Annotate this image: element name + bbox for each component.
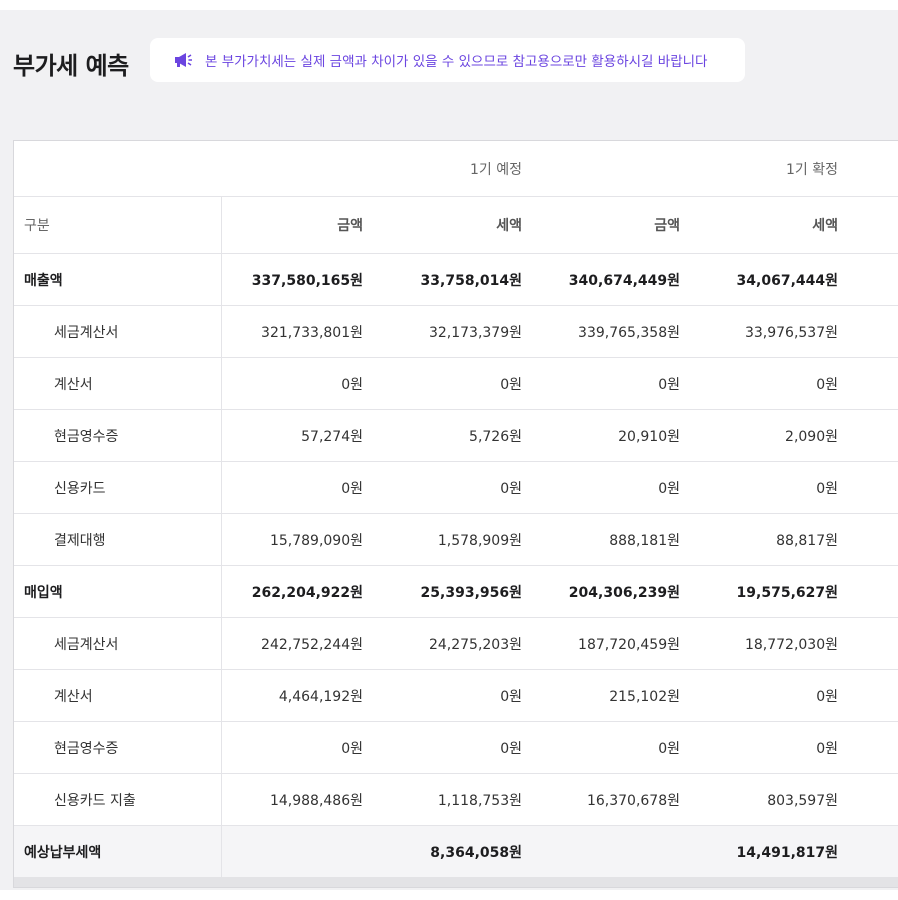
column-header-tax-1: 세액 <box>379 196 538 254</box>
row-label: 세금계산서 <box>14 305 222 358</box>
cell-amount-2: 215,102원 <box>538 669 696 722</box>
cell-amount-2: 888,181원 <box>538 513 696 566</box>
table-row: 계산서 4,464,192원 0원 215,102원 0원 <box>14 669 898 722</box>
blank-header-cell <box>14 141 221 197</box>
cell-amount-1: 0원 <box>221 721 379 774</box>
table-row: 현금영수증 57,274원 5,726원 20,910원 2,090원 <box>14 409 898 462</box>
cell-tax-1: 0원 <box>379 669 538 722</box>
page-title: 부가세 예측 <box>13 52 129 80</box>
total-amount-2 <box>538 825 696 878</box>
cell-amount-1: 321,733,801원 <box>221 305 379 358</box>
column-header-tax-2: 세액 <box>696 196 854 254</box>
row-label: 계산서 <box>14 669 222 722</box>
cell-amount-2: 20,910원 <box>538 409 696 462</box>
cell-tax-2: 0원 <box>696 721 854 774</box>
table-row: 세금계산서 242,752,244원 24,275,203원 187,720,4… <box>14 617 898 670</box>
total-tax-1: 8,364,058원 <box>379 825 538 878</box>
cell-tax-1: 1,578,909원 <box>379 513 538 566</box>
cell-amount-1: 262,204,922원 <box>221 565 379 618</box>
cell-amount-1: 242,752,244원 <box>221 617 379 670</box>
cell-tax-2: 18,772,030원 <box>696 617 854 670</box>
cell-amount-2: 0원 <box>538 461 696 514</box>
cell-tax-2: 803,597원 <box>696 773 854 826</box>
cell-tax-1: 24,275,203원 <box>379 617 538 670</box>
table-row: 현금영수증 0원 0원 0원 0원 <box>14 721 898 774</box>
cell-tax-2: 0원 <box>696 461 854 514</box>
cell-tax-2: 34,067,444원 <box>696 253 854 306</box>
cell-tax-2: 19,575,627원 <box>696 565 854 618</box>
row-label: 계산서 <box>14 357 222 410</box>
blank-header-cell <box>854 141 898 197</box>
table-row-purchases: 매입액 262,204,922원 25,393,956원 204,306,239… <box>14 565 898 618</box>
row-label: 매입액 <box>14 565 222 618</box>
horizontal-scrollbar[interactable] <box>14 877 898 887</box>
blank-header-cell <box>854 196 898 254</box>
vat-forecast-table: 1기 예정 1기 확정 구분 금액 세액 금액 세액 매출액 337,580,1… <box>14 141 898 878</box>
column-header-amount-2: 금액 <box>538 196 696 254</box>
table-row: 신용카드 0원 0원 0원 0원 <box>14 461 898 514</box>
cell-amount-1: 4,464,192원 <box>221 669 379 722</box>
cell-tax-1: 0원 <box>379 357 538 410</box>
cell-tax-1: 1,118,753원 <box>379 773 538 826</box>
cell-amount-2: 339,765,358원 <box>538 305 696 358</box>
total-amount-1 <box>221 825 379 878</box>
table-row-sales: 매출액 337,580,165원 33,758,014원 340,674,449… <box>14 253 898 306</box>
notice-text: 본 부가가치세는 실제 금액과 차이가 있을 수 있으므로 참고용으로만 활용하… <box>205 54 708 70</box>
cell-amount-2: 340,674,449원 <box>538 253 696 306</box>
table-row-total: 예상납부세액 8,364,058원 14,491,817원 <box>14 825 898 878</box>
cell-tax-2: 2,090원 <box>696 409 854 462</box>
cell-amount-2: 0원 <box>538 357 696 410</box>
row-label: 신용카드 지출 <box>14 773 222 826</box>
cell-amount-2: 0원 <box>538 721 696 774</box>
cell-tax-2: 0원 <box>696 357 854 410</box>
cell-tax-2: 88,817원 <box>696 513 854 566</box>
period-header-2: 1기 확정 <box>538 141 854 197</box>
row-label: 현금영수증 <box>14 721 222 774</box>
total-label: 예상납부세액 <box>14 825 222 878</box>
cell-tax-1: 32,173,379원 <box>379 305 538 358</box>
table-row: 결제대행 15,789,090원 1,578,909원 888,181원 88,… <box>14 513 898 566</box>
cell-amount-1: 15,789,090원 <box>221 513 379 566</box>
cell-tax-2: 33,976,537원 <box>696 305 854 358</box>
period-header-1: 1기 예정 <box>221 141 538 197</box>
megaphone-icon <box>173 52 193 68</box>
cell-tax-1: 5,726원 <box>379 409 538 462</box>
row-label: 매출액 <box>14 253 222 306</box>
cell-amount-1: 0원 <box>221 357 379 410</box>
cell-tax-1: 0원 <box>379 461 538 514</box>
cell-tax-1: 0원 <box>379 721 538 774</box>
cell-amount-2: 16,370,678원 <box>538 773 696 826</box>
period-header-row: 1기 예정 1기 확정 <box>14 141 898 197</box>
cell-tax-1: 25,393,956원 <box>379 565 538 618</box>
table-row: 신용카드 지출 14,988,486원 1,118,753원 16,370,67… <box>14 773 898 826</box>
cell-amount-1: 337,580,165원 <box>221 253 379 306</box>
cell-amount-1: 0원 <box>221 461 379 514</box>
cell-amount-2: 204,306,239원 <box>538 565 696 618</box>
cell-amount-1: 57,274원 <box>221 409 379 462</box>
table-row: 세금계산서 321,733,801원 32,173,379원 339,765,3… <box>14 305 898 358</box>
row-label: 현금영수증 <box>14 409 222 462</box>
cell-tax-1: 33,758,014원 <box>379 253 538 306</box>
row-label: 결제대행 <box>14 513 222 566</box>
table-row: 계산서 0원 0원 0원 0원 <box>14 357 898 410</box>
column-header-category: 구분 <box>14 196 222 254</box>
cell-amount-1: 14,988,486원 <box>221 773 379 826</box>
vat-forecast-table-card: 1기 예정 1기 확정 구분 금액 세액 금액 세액 매출액 337,580,1… <box>13 140 898 888</box>
total-tax-2: 14,491,817원 <box>696 825 854 878</box>
row-label: 세금계산서 <box>14 617 222 670</box>
cell-amount-2: 187,720,459원 <box>538 617 696 670</box>
row-label: 신용카드 <box>14 461 222 514</box>
cell-tax-2: 0원 <box>696 669 854 722</box>
column-header-amount-1: 금액 <box>221 196 379 254</box>
column-header-row: 구분 금액 세액 금액 세액 <box>14 196 898 254</box>
notice-banner: 본 부가가치세는 실제 금액과 차이가 있을 수 있으므로 참고용으로만 활용하… <box>150 38 745 82</box>
